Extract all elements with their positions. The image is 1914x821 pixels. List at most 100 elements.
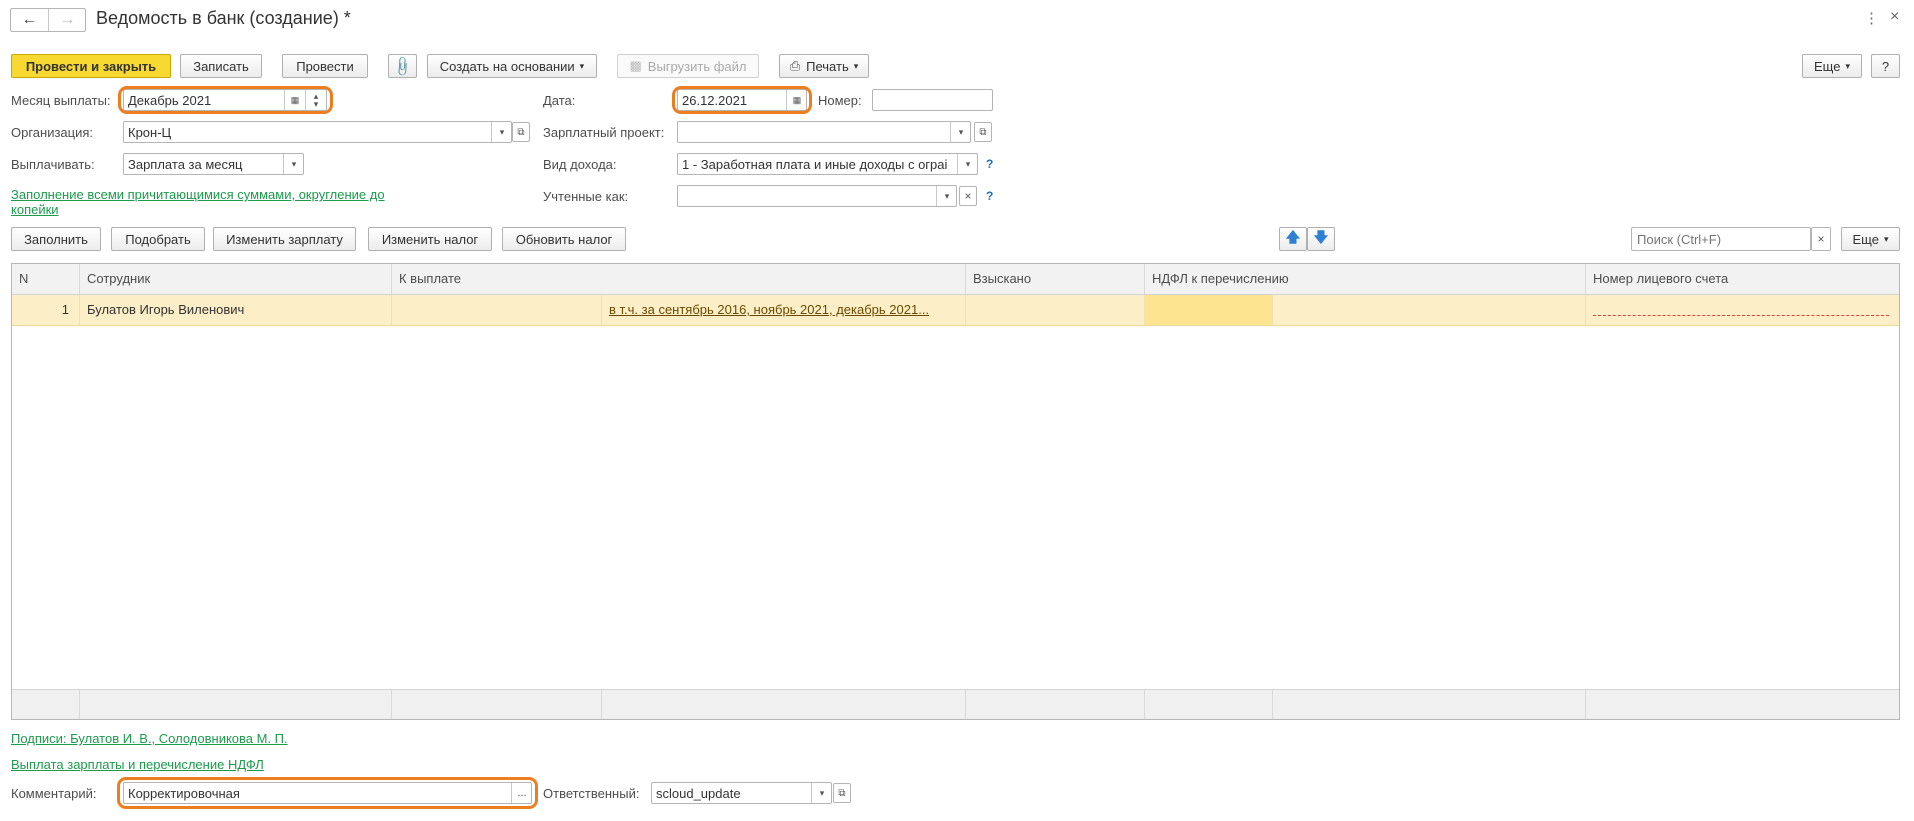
cell-n: 1 bbox=[12, 295, 80, 325]
more-vertical-icon[interactable]: ⋮ bbox=[1864, 9, 1879, 27]
calendar-icon[interactable]: ▦ bbox=[284, 90, 305, 110]
table-row[interactable]: 1 Булатов Игорь Виленович в т.ч. за сент… bbox=[12, 295, 1899, 326]
footer-cell bbox=[602, 690, 966, 719]
counted-as-label: Учтенные как: bbox=[543, 189, 629, 204]
signatures-link[interactable]: Подписи: Булатов И. В., Солодовникова М.… bbox=[11, 731, 288, 746]
table-header: N Сотрудник К выплате Взыскано НДФЛ к пе… bbox=[12, 264, 1899, 295]
date-field[interactable]: 26.12.2021 ▦ bbox=[677, 89, 807, 111]
chevron-down-icon[interactable]: ▾ bbox=[936, 186, 956, 206]
footer-cell bbox=[12, 690, 80, 719]
chevron-down-icon[interactable]: ▾ bbox=[957, 154, 977, 174]
help-button[interactable]: ? bbox=[1871, 54, 1900, 78]
counted-as-clear-icon[interactable]: × bbox=[959, 186, 977, 206]
post-button[interactable]: Провести bbox=[282, 54, 368, 78]
print-label: Печать bbox=[806, 58, 849, 74]
footer-cell bbox=[1145, 690, 1273, 719]
change-tax-button[interactable]: Изменить налог bbox=[368, 227, 492, 251]
chevron-down-icon[interactable]: ▾ bbox=[491, 122, 511, 142]
close-icon[interactable]: × bbox=[1890, 8, 1899, 26]
organization-open-icon[interactable]: ⧉ bbox=[512, 122, 530, 142]
more-button[interactable]: Еще ▾ bbox=[1802, 54, 1862, 78]
comment-field[interactable]: Корректировочная ... bbox=[123, 782, 532, 804]
chevron-down-icon[interactable]: ▾ bbox=[283, 154, 303, 174]
footer-cell bbox=[966, 690, 1145, 719]
income-type-help-icon[interactable]: ? bbox=[986, 157, 993, 171]
cell-to-pay-link[interactable]: в т.ч. за сентябрь 2016, ноябрь 2021, де… bbox=[602, 295, 966, 325]
forward-arrow-icon[interactable]: → bbox=[49, 9, 86, 31]
to-pay-details-link[interactable]: в т.ч. за сентябрь 2016, ноябрь 2021, де… bbox=[609, 302, 929, 317]
print-button[interactable]: ⎙ Печать ▾ bbox=[779, 54, 869, 78]
column-header-to-pay[interactable]: К выплате bbox=[392, 264, 966, 294]
change-salary-button[interactable]: Изменить зарплату bbox=[213, 227, 356, 251]
pick-button[interactable]: Подобрать bbox=[111, 227, 205, 251]
column-header-employee[interactable]: Сотрудник bbox=[80, 264, 392, 294]
cell-employee[interactable]: Булатов Игорь Виленович bbox=[80, 295, 392, 325]
month-field[interactable]: Декабрь 2021 ▦ ▴ ▾ bbox=[123, 89, 327, 111]
month-label: Месяц выплаты: bbox=[11, 93, 111, 108]
month-value: Декабрь 2021 bbox=[128, 93, 212, 108]
date-label: Дата: bbox=[543, 93, 576, 108]
printer-icon: ⎙ bbox=[789, 58, 801, 73]
counted-as-help-icon[interactable]: ? bbox=[986, 189, 993, 203]
table-more-label: Еще bbox=[1852, 231, 1879, 247]
search-input[interactable] bbox=[1631, 227, 1811, 251]
counted-as-field[interactable]: ▾ bbox=[677, 185, 957, 207]
table-more-button[interactable]: Еще ▾ bbox=[1841, 227, 1900, 251]
cell-ndfl[interactable] bbox=[1145, 295, 1273, 325]
chevron-down-icon: ▾ bbox=[1883, 233, 1889, 244]
footer-cell bbox=[1273, 690, 1586, 719]
more-label: Еще bbox=[1814, 58, 1841, 74]
chevron-down-icon[interactable]: ▾ bbox=[811, 783, 831, 803]
create-based-on-label: Создать на основании bbox=[439, 58, 575, 74]
income-type-field[interactable]: 1 - Заработная плата и иные доходы с огр… bbox=[677, 153, 978, 175]
number-field[interactable] bbox=[872, 89, 993, 111]
fill-all-link-line2[interactable]: копейки bbox=[11, 202, 59, 217]
fill-button[interactable]: Заполнить bbox=[11, 227, 101, 251]
create-based-on-button[interactable]: Создать на основании ▾ bbox=[427, 54, 597, 78]
back-arrow-icon[interactable]: ← bbox=[11, 9, 49, 31]
payment-link[interactable]: Выплата зарплаты и перечисление НДФЛ bbox=[11, 757, 264, 772]
paperclip-icon: 📎 bbox=[391, 53, 415, 78]
column-header-n[interactable]: N bbox=[12, 264, 80, 294]
column-header-withheld[interactable]: Взыскано bbox=[966, 264, 1145, 294]
chevron-down-icon[interactable]: ▾ bbox=[950, 122, 970, 142]
cell-withheld[interactable] bbox=[966, 295, 1145, 325]
calendar-icon[interactable]: ▦ bbox=[786, 90, 806, 110]
date-value: 26.12.2021 bbox=[682, 93, 748, 108]
move-down-button[interactable]: 🡇 bbox=[1307, 227, 1335, 251]
salary-project-label: Зарплатный проект: bbox=[543, 125, 665, 140]
spinner-icon[interactable]: ▴ ▾ bbox=[305, 90, 326, 110]
move-up-button[interactable]: 🡅 bbox=[1279, 227, 1307, 251]
salary-project-open-icon[interactable]: ⧉ bbox=[974, 122, 992, 142]
column-header-ndfl[interactable]: НДФЛ к перечислению bbox=[1145, 264, 1586, 294]
organization-value: Крон-Ц bbox=[128, 125, 172, 140]
organization-field[interactable]: Крон-Ц ▾ bbox=[123, 121, 512, 143]
attach-button[interactable]: 📎 bbox=[388, 54, 417, 78]
footer-cell bbox=[392, 690, 602, 719]
responsible-open-icon[interactable]: ⧉ bbox=[833, 783, 851, 803]
ellipsis-icon[interactable]: ... bbox=[511, 783, 531, 803]
comment-value: Корректировочная bbox=[128, 786, 240, 801]
chevron-down-icon: ▾ bbox=[579, 60, 585, 71]
responsible-field[interactable]: scloud_update ▾ bbox=[651, 782, 832, 804]
arrow-up-icon: 🡅 bbox=[1285, 229, 1301, 245]
salary-project-field[interactable]: ▾ bbox=[677, 121, 971, 143]
refresh-tax-button[interactable]: Обновить налог bbox=[502, 227, 626, 251]
responsible-value: scloud_update bbox=[656, 786, 741, 801]
fill-all-link-line1[interactable]: Заполнение всеми причитающимися суммами,… bbox=[11, 187, 385, 202]
nav-buttons: ← → bbox=[10, 8, 86, 32]
income-type-label: Вид дохода: bbox=[543, 157, 617, 172]
comment-label: Комментарий: bbox=[11, 786, 97, 801]
pay-value: Зарплата за месяц bbox=[128, 157, 243, 172]
cell-account[interactable] bbox=[1586, 295, 1899, 325]
column-header-account[interactable]: Номер лицевого счета bbox=[1586, 264, 1899, 294]
pay-field[interactable]: Зарплата за месяц ▾ bbox=[123, 153, 304, 175]
export-file-label: Выгрузить файл bbox=[647, 58, 747, 74]
employees-table: N Сотрудник К выплате Взыскано НДФЛ к пе… bbox=[11, 263, 1900, 720]
arrow-down-icon: 🡇 bbox=[1313, 229, 1329, 245]
post-and-close-button[interactable]: Провести и закрыть bbox=[11, 54, 171, 78]
cell-to-pay[interactable] bbox=[392, 295, 602, 325]
save-button[interactable]: Записать bbox=[180, 54, 262, 78]
search-clear-icon[interactable]: × bbox=[1811, 227, 1831, 251]
export-file-button: ▩ Выгрузить файл bbox=[617, 54, 759, 78]
